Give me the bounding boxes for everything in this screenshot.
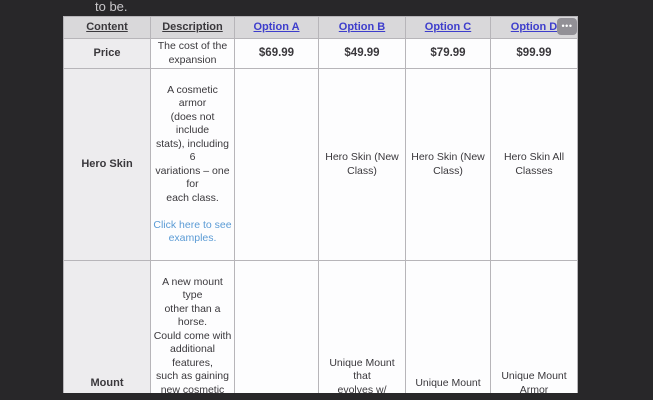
table-row-mount: Mount A new mount type other than a hors…	[64, 261, 578, 400]
cell-mount-option-b: Unique Mount that evolves w/ achievement…	[319, 261, 406, 400]
cell-hero-skin-option-c: Hero Skin (New Class)	[406, 69, 491, 261]
column-header-content: Content	[64, 17, 151, 39]
comparison-table: Content Description Option A Option B Op…	[63, 16, 578, 400]
row-label-hero-skin: Hero Skin	[64, 69, 151, 261]
column-header-description: Description	[151, 17, 235, 39]
hero-skin-description-text: A cosmetic armor (does not include stats…	[153, 84, 232, 206]
cell-hero-skin-option-a	[235, 69, 319, 261]
cell-price-option-c: $79.99	[406, 39, 491, 69]
cell-mount-option-c: Unique Mount	[406, 261, 491, 400]
cell-hero-skin-option-d: Hero Skin All Classes	[491, 69, 578, 261]
table-row-price: Price The cost of the expansion $69.99 $…	[64, 39, 578, 69]
hero-skin-examples-link[interactable]: Click here to see examples.	[153, 219, 232, 246]
column-header-option-b[interactable]: Option B	[319, 17, 406, 39]
column-header-option-a[interactable]: Option A	[235, 17, 319, 39]
cell-price-option-a: $69.99	[235, 39, 319, 69]
row-description-price: The cost of the expansion	[151, 39, 235, 69]
ellipsis-icon: •••	[562, 22, 573, 31]
row-description-hero-skin: A cosmetic armor (does not include stats…	[151, 69, 235, 261]
cell-price-option-b: $49.99	[319, 39, 406, 69]
table-row-hero-skin: Hero Skin A cosmetic armor (does not inc…	[64, 69, 578, 261]
cell-mount-option-a	[235, 261, 319, 400]
row-description-mount: A new mount type other than a horse. Cou…	[151, 261, 235, 400]
cell-price-option-d: $99.99	[491, 39, 578, 69]
column-header-option-c[interactable]: Option C	[406, 17, 491, 39]
bottom-crop-strip	[0, 393, 653, 400]
row-label-mount: Mount	[64, 261, 151, 400]
row-label-price: Price	[64, 39, 151, 69]
cell-mount-option-d: Unique Mount Armor	[491, 261, 578, 400]
table-header-row: Content Description Option A Option B Op…	[64, 17, 578, 39]
mount-description-text: A new mount type other than a horse. Cou…	[153, 276, 232, 400]
intro-text: to be.	[95, 0, 128, 14]
more-options-button[interactable]: •••	[557, 18, 577, 35]
cell-hero-skin-option-b: Hero Skin (New Class)	[319, 69, 406, 261]
